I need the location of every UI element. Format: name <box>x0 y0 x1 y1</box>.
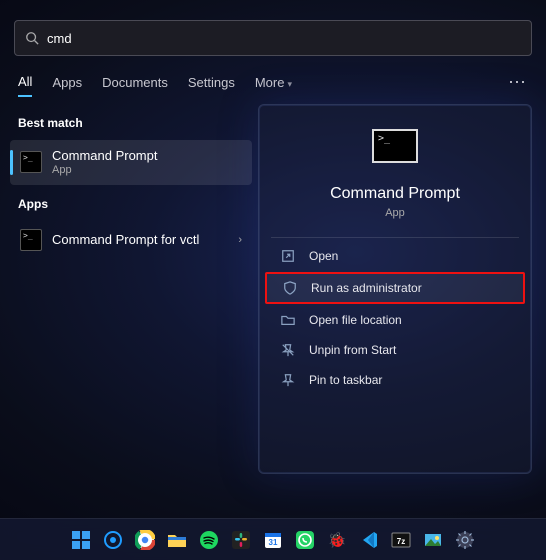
unpin-icon <box>281 343 295 357</box>
taskbar-explorer-icon[interactable] <box>164 527 190 553</box>
start-button[interactable] <box>68 527 94 553</box>
action-label: Unpin from Start <box>309 343 396 357</box>
taskbar-whatsapp-icon[interactable] <box>292 527 318 553</box>
result-title: Command Prompt <box>52 148 157 164</box>
taskbar-spotify-icon[interactable] <box>196 527 222 553</box>
open-icon <box>281 249 295 263</box>
folder-icon <box>281 313 295 327</box>
action-label: Open file location <box>309 313 402 327</box>
action-pin-to-taskbar[interactable]: Pin to taskbar <box>265 366 525 394</box>
section-best-match: Best match <box>10 104 252 140</box>
preview-title: Command Prompt <box>259 185 531 203</box>
taskbar-photos-icon[interactable] <box>420 527 446 553</box>
action-label: Run as administrator <box>311 281 422 295</box>
action-unpin-from-start[interactable]: Unpin from Start <box>265 336 525 364</box>
search-tabs: All Apps Documents Settings More▾ ⋯ <box>18 68 528 97</box>
shield-icon <box>283 281 297 295</box>
result-title: Command Prompt for vctl <box>52 232 199 248</box>
taskbar-slack-icon[interactable] <box>228 527 254 553</box>
tab-documents[interactable]: Documents <box>102 69 168 96</box>
search-icon <box>25 31 39 45</box>
taskbar-settings-icon[interactable] <box>452 527 478 553</box>
taskbar-calendar-icon[interactable]: 31 <box>260 527 286 553</box>
action-open-file-location[interactable]: Open file location <box>265 306 525 334</box>
tab-more[interactable]: More▾ <box>255 69 292 96</box>
search-bar[interactable] <box>14 20 532 56</box>
section-apps: Apps <box>10 185 252 221</box>
search-input[interactable] <box>47 31 521 46</box>
result-command-prompt-vctl[interactable]: Command Prompt for vctl › <box>10 221 252 259</box>
taskbar: 31 🐞 7z <box>0 518 546 560</box>
preview-panel: Command Prompt App Open Run as administr… <box>258 104 532 474</box>
taskbar-game-icon[interactable]: 🐞 <box>324 527 350 553</box>
action-label: Open <box>309 249 338 263</box>
chevron-right-icon: › <box>238 234 242 246</box>
divider <box>271 237 519 238</box>
action-label: Pin to taskbar <box>309 373 382 387</box>
options-icon[interactable]: ⋯ <box>508 72 528 93</box>
cmd-icon <box>20 229 42 251</box>
chevron-down-icon: ▾ <box>287 79 292 89</box>
tab-apps[interactable]: Apps <box>52 69 82 96</box>
action-open[interactable]: Open <box>265 242 525 270</box>
taskbar-vscode-icon[interactable] <box>356 527 382 553</box>
taskbar-podcast-icon[interactable] <box>100 527 126 553</box>
svg-text:31: 31 <box>269 538 278 547</box>
app-icon-large <box>372 129 418 163</box>
pin-icon <box>281 373 295 387</box>
tab-all[interactable]: All <box>18 68 32 97</box>
svg-text:7z: 7z <box>397 537 405 546</box>
result-command-prompt[interactable]: Command Prompt App <box>10 140 252 185</box>
action-run-as-administrator[interactable]: Run as administrator <box>265 272 525 304</box>
tab-settings[interactable]: Settings <box>188 69 235 96</box>
cmd-icon <box>20 151 42 173</box>
taskbar-chrome-icon[interactable] <box>132 527 158 553</box>
result-subtitle: App <box>52 164 157 177</box>
taskbar-7zip-icon[interactable]: 7z <box>388 527 414 553</box>
preview-subtitle: App <box>259 207 531 219</box>
results-list: Best match Command Prompt App Apps Comma… <box>10 104 252 259</box>
